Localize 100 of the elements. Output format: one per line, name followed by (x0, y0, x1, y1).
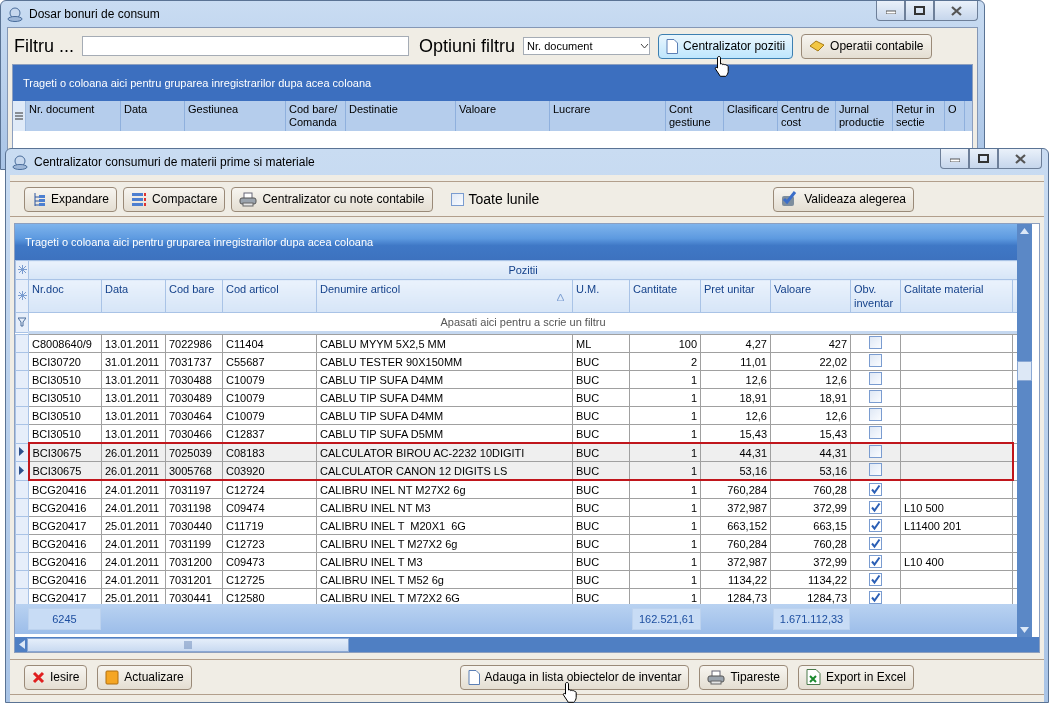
inventory-checkbox[interactable] (869, 445, 882, 458)
table-row[interactable]: BCI30675 26.01.2011 3005768 C03920 CALCULATOR CANON 12 DIGITS LS BUC 1 53,16 53,16 (15, 461, 1017, 480)
scroll-up-icon[interactable] (1020, 228, 1029, 234)
group-hint: Trageti o coloana aici pentru gruparea inregistrarilor dupa acea coloana (25, 236, 374, 248)
column-header[interactable]: Cont gestiune (666, 101, 724, 131)
scroll-left-icon[interactable] (19, 640, 25, 649)
column-header[interactable]: Denumire articol (316, 279, 573, 313)
minimize-button[interactable] (876, 1, 905, 21)
column-header[interactable]: Nr.doc (28, 279, 102, 313)
action-button[interactable]: Export in Excel (797, 664, 914, 690)
maximize-button[interactable] (969, 149, 998, 169)
column-header[interactable]: Obv. inventar (850, 279, 901, 313)
check-icon (870, 501, 881, 513)
column-header[interactable]: Cod bare (165, 279, 223, 313)
column-header[interactable]: Data (101, 279, 166, 313)
inventory-checkbox[interactable] (869, 554, 882, 568)
toolbar-button[interactable]: Operatii contabile (801, 33, 932, 59)
inventory-checkbox[interactable] (869, 426, 882, 439)
table-row[interactable]: C8008640/9 13.01.2011 7022986 C11404 CABLU MYYM 5X2,5 MM ML 100 4,27 427 (15, 334, 1017, 353)
column-header[interactable]: Gestiunea (185, 101, 286, 131)
action-button[interactable]: Iesire (24, 664, 88, 690)
column-header[interactable]: Centru de cost (778, 101, 836, 131)
checkbox[interactable] (450, 192, 464, 206)
check-icon (870, 537, 881, 549)
column-header[interactable]: Cod articol (222, 279, 317, 313)
column-header[interactable]: Data (121, 101, 185, 131)
table-row[interactable]: BCI30510 13.01.2011 7030464 C10079 CABLU TIP SUFA D4MM BUC 1 12,6 12,6 (15, 406, 1017, 425)
close-button[interactable] (998, 149, 1042, 169)
close-button[interactable] (934, 1, 978, 21)
column-header[interactable]: Retur in sectie (893, 101, 945, 131)
toolbar-button[interactable]: Centralizator cu note contabile (231, 186, 433, 212)
inventory-checkbox[interactable] (869, 500, 882, 514)
inventory-checkbox[interactable] (869, 354, 882, 367)
asterisk-icon[interactable] (17, 291, 27, 300)
action-button[interactable]: Actualizare (97, 664, 192, 690)
column-header[interactable]: Cod bare/ Comanda (286, 101, 346, 131)
filter-field[interactable] (82, 36, 409, 56)
scroll-thumb[interactable] (27, 637, 349, 652)
table-row[interactable]: BCI30720 31.01.2011 7031737 C55687 CABLU TESTER 90X150MM BUC 2 11,01 22,02 (15, 352, 1017, 371)
table-row[interactable]: BCG20416 24.01.2011 7031198 C09474 CALIBRU INEL NT M3 BUC 1 372,987 372,99 L10 500 (15, 498, 1017, 517)
table-cell: C8008640/9 (28, 334, 102, 353)
column-header[interactable]: Cantitate (629, 279, 701, 313)
inventory-checkbox[interactable] (869, 572, 882, 586)
inventory-checkbox[interactable] (869, 372, 882, 385)
table-cell: C11404 (222, 334, 317, 353)
asterisk-icon[interactable] (17, 265, 27, 274)
column-header[interactable]: Calitate material (900, 279, 1013, 313)
table-row[interactable]: BCG20416 24.01.2011 7031199 C12723 CALIBRU INEL T M27X2 6g BUC 1 760,284 760,28 (15, 534, 1017, 553)
action-button[interactable]: Adauga in lista obiectelor de inventar (459, 664, 690, 690)
table-cell: CALCULATOR BIROU AC-2232 10DIGITI (316, 443, 573, 462)
filter-icon[interactable] (18, 316, 26, 327)
table-row[interactable]: BCI30510 13.01.2011 7030489 C10079 CABLU TIP SUFA D4MM BUC 1 18,91 18,91 (15, 388, 1017, 407)
filter-select[interactable]: Nr. document (523, 37, 651, 55)
column-header[interactable]: U.M. (572, 279, 630, 313)
inventory-checkbox[interactable] (869, 408, 882, 421)
table-cell: 7022986 (165, 334, 223, 353)
inventory-checkbox[interactable] (869, 336, 882, 349)
table-row[interactable]: BCG20417 25.01.2011 7030440 C11719 CALIBRU INEL T M20X1 6G BUC 1 663,152 663,15 L11400 201 (15, 516, 1017, 535)
scroll-thumb[interactable] (1017, 360, 1032, 381)
inventory-checkbox[interactable] (869, 463, 882, 476)
column-header[interactable]: Valoare (456, 101, 550, 131)
toolbar-button[interactable]: Centralizator pozitii (658, 33, 794, 59)
inventory-checkbox[interactable] (869, 590, 882, 604)
column-header[interactable]: Destinatie (346, 101, 456, 131)
maximize-icon (914, 6, 925, 15)
table-row[interactable]: BCG20416 24.01.2011 7031200 C09473 CALIBRU INEL T M3 BUC 1 372,987 372,99 L10 400 (15, 552, 1017, 571)
toolbar-button[interactable]: Expandare (24, 186, 118, 212)
column-header[interactable]: Pret unitar (700, 279, 771, 313)
horizontal-scrollbar[interactable] (15, 637, 1039, 652)
column-header[interactable]: Valoare (770, 279, 851, 313)
column-header[interactable]: Clasificare (724, 101, 778, 131)
action-button[interactable]: Tipareste (699, 664, 788, 690)
inventory-checkbox[interactable] (869, 482, 882, 496)
table-row[interactable]: BCG20416 24.01.2011 7031197 C12724 CALIBRU INEL NT M27X2 6g BUC 1 760,284 760,28 (15, 480, 1017, 499)
table-row[interactable]: BCG20416 24.01.2011 7031201 C12725 CALIBRU INEL T M52 6g BUC 1 1134,22 1134,22 (15, 570, 1017, 589)
column-header[interactable]: O (945, 101, 965, 131)
app-icon (12, 154, 28, 170)
toolbar-button[interactable]: Compactare (123, 186, 226, 212)
column-header[interactable]: Jurnal productie (836, 101, 893, 131)
minimize-button[interactable] (940, 149, 969, 169)
filter-row[interactable]: Apasati aici pentru a scrie un filtru (28, 312, 1017, 333)
close-icon (32, 670, 45, 684)
validate-button[interactable]: Valideaza alegerea (773, 186, 914, 212)
column-chooser-icon[interactable] (15, 111, 23, 121)
minimize-icon (885, 7, 896, 14)
column-header[interactable]: Lucrare (550, 101, 666, 131)
table-row[interactable]: BCI30675 26.01.2011 7025039 C08183 CALCULATOR BIROU AC-2232 10DIGITI BUC 1 44,31 44,31 (15, 443, 1017, 462)
printer-icon (707, 669, 726, 685)
inventory-checkbox[interactable] (869, 390, 882, 403)
vertical-scrollbar[interactable] (1017, 224, 1032, 637)
inventory-checkbox[interactable] (869, 518, 882, 532)
inventory-checkbox[interactable] (869, 536, 882, 550)
sort-arrow-icon (557, 294, 564, 301)
column-header[interactable]: Nr. document (26, 101, 121, 131)
hand-cursor-icon (562, 681, 578, 703)
table-cell: 26.01.2011 (101, 443, 166, 462)
printer-icon (239, 191, 258, 207)
maximize-button[interactable] (905, 1, 934, 21)
scroll-down-icon[interactable] (1020, 627, 1029, 633)
table-row[interactable]: BCI30510 13.01.2011 7030488 C10079 CABLU TIP SUFA D4MM BUC 1 12,6 12,6 (15, 370, 1017, 389)
